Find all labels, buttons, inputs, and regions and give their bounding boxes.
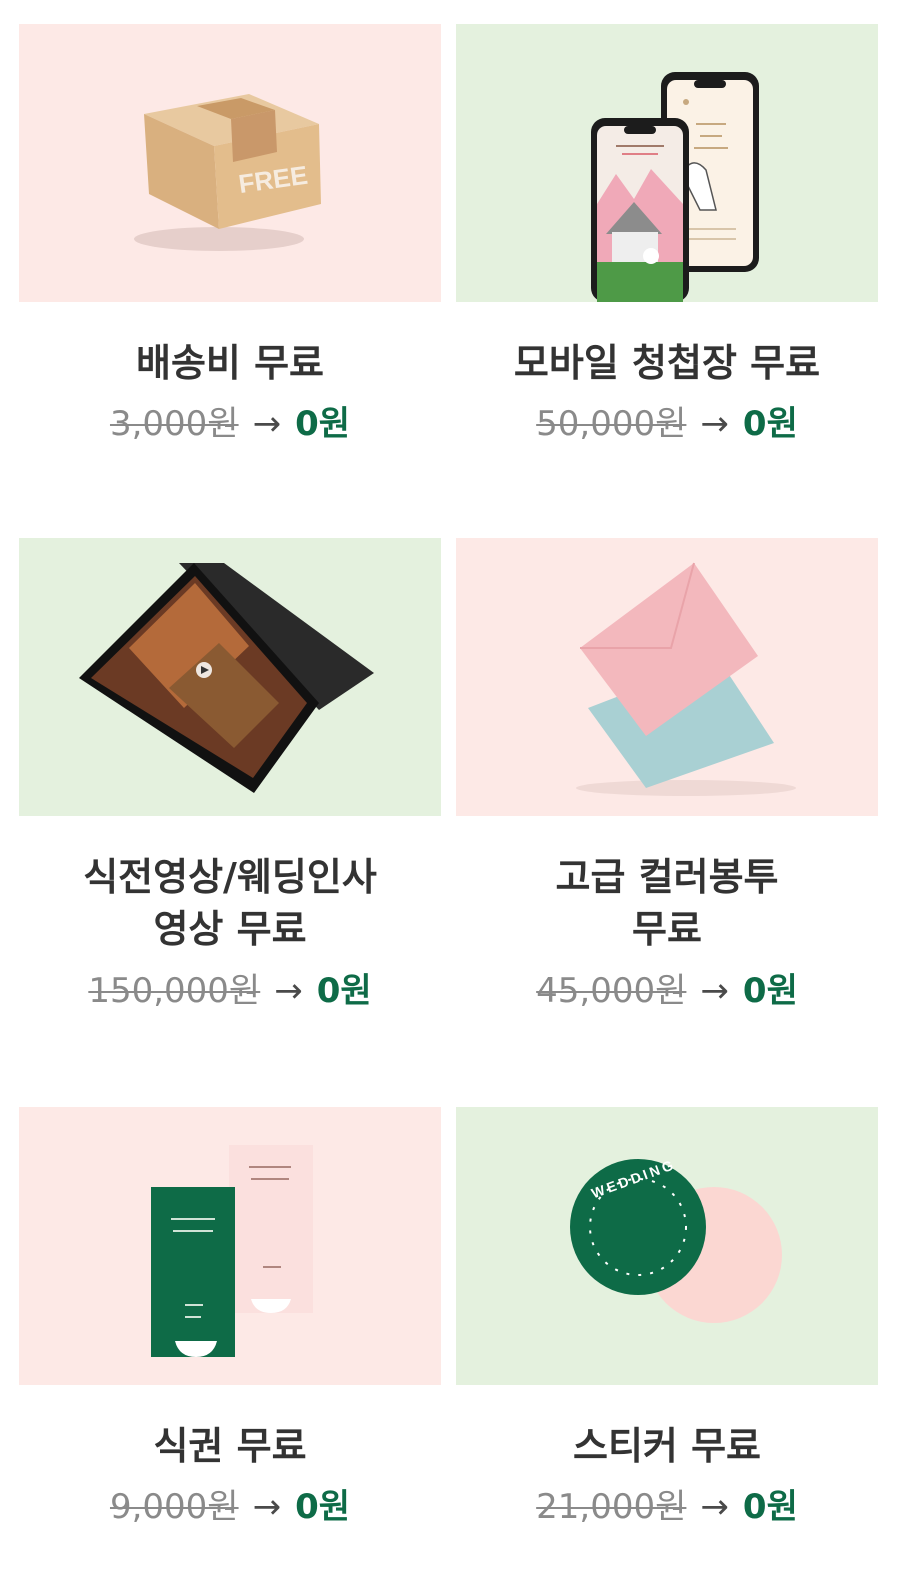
benefit-card-stickers: WEDDING 스티커 무료 21,000원 → 0원	[456, 1107, 878, 1567]
price-row: 45,000원 → 0원	[456, 969, 878, 1013]
benefit-title: 스티커 무료	[572, 1424, 762, 1468]
new-price: 0원	[295, 1487, 351, 1527]
benefit-title-line-2: 무료	[632, 907, 702, 951]
arrow-icon: →	[274, 971, 303, 1011]
old-price: 21,000원	[536, 1487, 687, 1527]
old-price: 50,000원	[536, 404, 687, 444]
benefit-title: 배송비 무료	[135, 341, 325, 385]
old-price: 9,000원	[109, 1487, 239, 1527]
benefit-title: 모바일 청첩장 무료	[513, 341, 821, 385]
color-envelopes-image	[456, 538, 878, 816]
new-price: 0원	[742, 404, 798, 444]
price-row: 21,000원 → 0원	[456, 1485, 878, 1529]
new-price: 0원	[742, 971, 798, 1011]
new-price: 0원	[742, 1487, 798, 1527]
old-price: 3,000원	[109, 404, 239, 444]
price-row: 50,000원 → 0원	[456, 402, 878, 446]
arrow-icon: →	[700, 971, 729, 1011]
mobile-invitation-image	[456, 24, 878, 302]
meal-tickets-image	[19, 1107, 441, 1385]
benefit-card-shipping: FREE 배송비 무료 3,000원 → 0원	[19, 24, 441, 484]
benefit-title: 식권 무료	[153, 1424, 307, 1468]
arrow-icon: →	[700, 1487, 729, 1527]
new-price: 0원	[295, 404, 351, 444]
arrow-icon: →	[700, 404, 729, 444]
benefit-card-envelopes: 고급 컬러봉투 무료 45,000원 → 0원	[456, 538, 878, 1058]
free-shipping-box-image: FREE	[19, 24, 441, 302]
benefit-card-video: 식전영상/웨딩인사 영상 무료 150,000원 → 0원	[19, 538, 441, 1058]
old-price: 45,000원	[536, 971, 687, 1011]
benefit-card-meal-tickets: 식권 무료 9,000원 → 0원	[19, 1107, 441, 1567]
price-row: 150,000원 → 0원	[19, 969, 441, 1013]
video-tablet-image	[19, 538, 441, 816]
benefit-title: 고급 컬러봉투	[555, 855, 779, 899]
arrow-icon: →	[252, 1487, 282, 1527]
wedding-stickers-image: WEDDING	[456, 1107, 878, 1385]
benefit-card-mobile-invitation: 모바일 청첩장 무료 50,000원 → 0원	[456, 24, 878, 484]
arrow-icon: →	[252, 404, 282, 444]
benefit-title: 식전영상/웨딩인사	[83, 855, 377, 899]
price-row: 3,000원 → 0원	[19, 402, 441, 446]
benefit-title-line-2: 영상 무료	[153, 907, 307, 951]
old-price: 150,000원	[88, 971, 261, 1011]
price-row: 9,000원 → 0원	[19, 1485, 441, 1529]
new-price: 0원	[316, 971, 372, 1011]
